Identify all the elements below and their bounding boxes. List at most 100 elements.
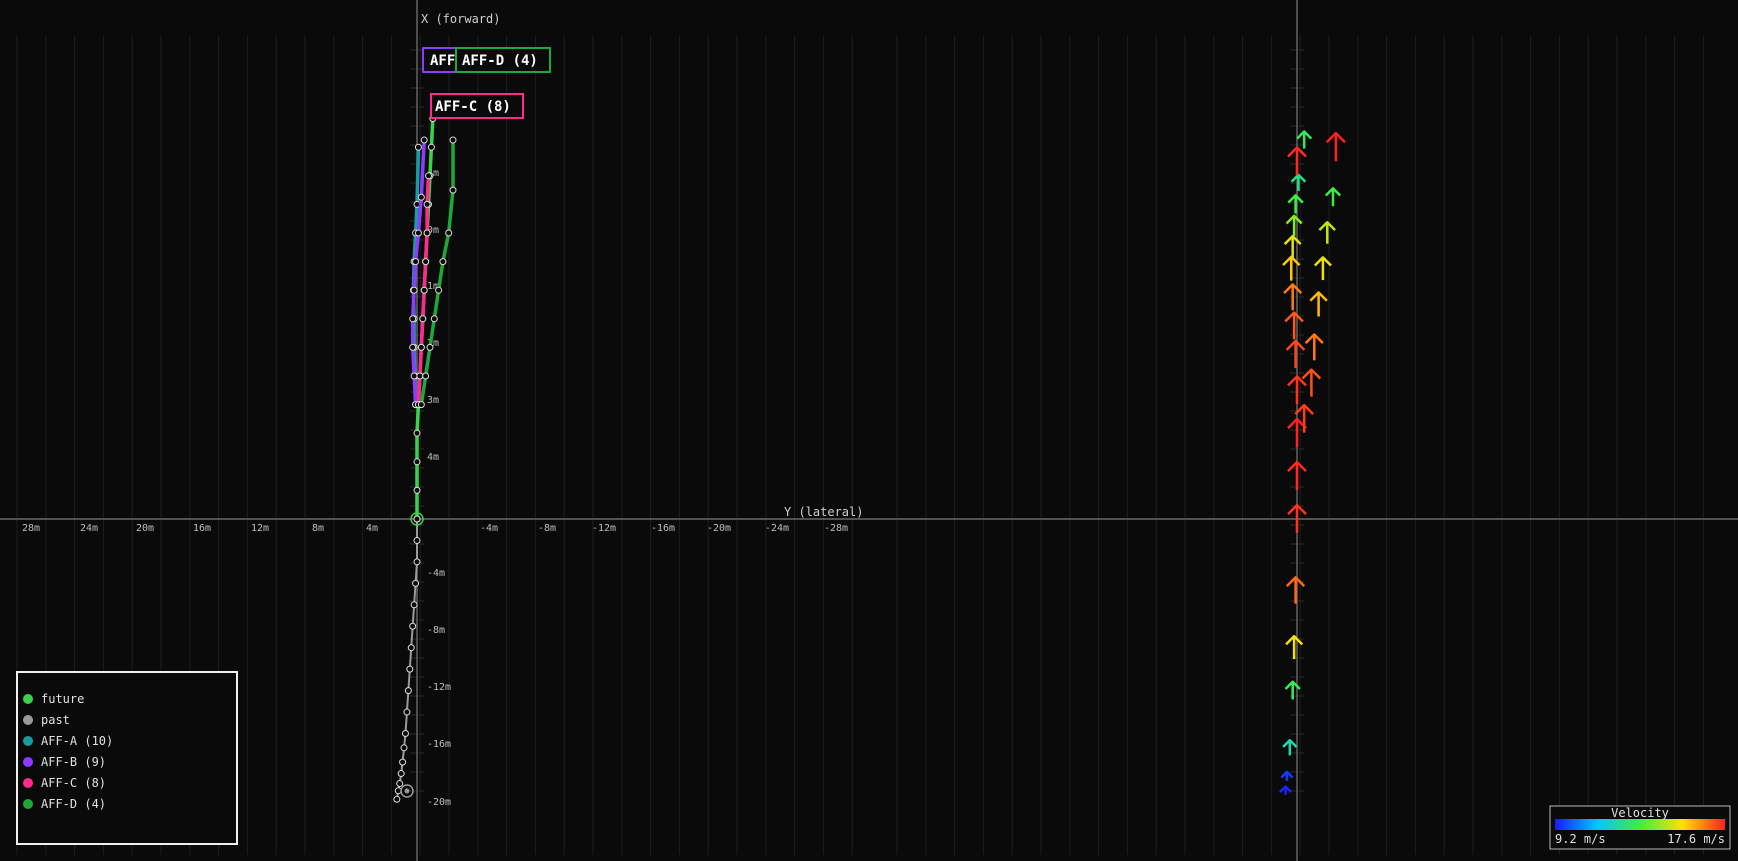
lateral-tick-label: 20m xyxy=(136,523,154,534)
series-point xyxy=(410,286,418,294)
series-point xyxy=(413,458,421,466)
velocity-arrow xyxy=(1309,291,1328,317)
right-grid xyxy=(896,35,1704,855)
series-past xyxy=(393,515,421,803)
series-point xyxy=(413,558,421,566)
forward-tick-label: 3m xyxy=(427,395,439,406)
series-point xyxy=(423,200,431,208)
series-point xyxy=(420,136,428,144)
velocity-panel: Velocity 9.2 m/s 17.6 m/s xyxy=(880,0,1738,861)
tag-aff-label: AFF xyxy=(430,53,455,69)
velocity-arrow xyxy=(1279,785,1292,795)
series-point xyxy=(422,372,430,380)
series-point xyxy=(409,622,417,630)
series-point xyxy=(414,143,422,151)
series-point xyxy=(412,258,420,266)
trajectory-panel: X (forward) Y (lateral) 28m 24m 20m 16m 12m 8… xyxy=(0,0,880,861)
lateral-tick-label: 28m xyxy=(22,523,40,534)
series-point xyxy=(413,536,421,544)
lateral-tick-labels: 28m 24m 20m 16m 12m 8m 4m -4m -8m -12m -16m -20m -24… xyxy=(22,523,848,534)
velocity-arrow xyxy=(1287,146,1307,176)
series-point xyxy=(435,286,443,294)
lateral-tick-label: 12m xyxy=(251,523,269,534)
series-point xyxy=(427,143,435,151)
series-point xyxy=(397,770,405,778)
series-point xyxy=(410,372,418,380)
velocity-arrow xyxy=(1280,770,1294,781)
legend-label: AFF-D (4) xyxy=(41,797,106,811)
trajectory-figure: X (forward) Y (lateral) 28m 24m 20m 16m 12m 8… xyxy=(0,0,1738,861)
tag-aff-c: AFF-C (8) xyxy=(430,93,524,119)
lateral-axis-label: Y (lateral) xyxy=(784,505,863,519)
forward-tick-label: -16m xyxy=(427,739,451,750)
series-point xyxy=(403,708,411,716)
lateral-tick-label: -24m xyxy=(765,523,789,534)
series-point xyxy=(413,429,421,437)
legend-swatch xyxy=(23,736,33,746)
legend-swatch xyxy=(23,694,33,704)
forward-tick-labels: 4m0m1m2m3m4m-4m-8m-12m-16m-20m xyxy=(427,168,451,808)
legend: future past AFF-A (10) AFF-B (9) AFF-C (8) AF… xyxy=(16,671,238,845)
tag-aff-d: AFF-D (4) xyxy=(455,47,551,73)
lateral-tick-label: 8m xyxy=(312,523,324,534)
lateral-tick-label: -28m xyxy=(824,523,848,534)
velocity-colorbar: Velocity 9.2 m/s 17.6 m/s xyxy=(1549,805,1731,850)
series-point xyxy=(417,193,425,201)
velocity-arrow xyxy=(1324,187,1342,207)
series-point xyxy=(413,515,421,523)
trajectory-series xyxy=(393,115,457,803)
series-point xyxy=(420,286,428,294)
velocity-arrow xyxy=(1283,234,1302,259)
legend-swatch xyxy=(23,799,33,809)
forward-tick-label: -8m xyxy=(427,625,445,636)
forward-tick-label: -4m xyxy=(427,568,445,579)
series-point xyxy=(400,744,408,752)
tag-aff-c-label: AFF-C (8) xyxy=(435,99,511,115)
colorbar-max-label: 17.6 m/s xyxy=(1667,832,1725,846)
series-point xyxy=(449,136,457,144)
forward-tick-label: 4m xyxy=(427,452,439,463)
series-point xyxy=(407,644,415,652)
series-point xyxy=(412,579,420,587)
lateral-tick-label: -4m xyxy=(480,523,498,534)
series-point xyxy=(404,687,412,695)
velocity-arrow xyxy=(1285,339,1306,369)
forward-axis-label: X (forward) xyxy=(421,12,500,26)
velocity-arrow xyxy=(1285,576,1306,604)
legend-label: AFF-A (10) xyxy=(41,734,113,748)
series-point xyxy=(409,315,417,323)
tag-aff-d-label: AFF-D (4) xyxy=(462,53,538,69)
legend-label: past xyxy=(41,713,70,727)
colorbar-gradient xyxy=(1555,819,1725,830)
lateral-tick-label: -16m xyxy=(651,523,675,534)
legend-swatch xyxy=(23,778,33,788)
lateral-tick-label: 16m xyxy=(193,523,211,534)
velocity-arrow xyxy=(1325,131,1346,162)
lateral-tick-label: -8m xyxy=(538,523,556,534)
series-point xyxy=(445,229,453,237)
series-point xyxy=(419,315,427,323)
velocity-arrows xyxy=(1279,130,1346,795)
lateral-tick-label: 24m xyxy=(80,523,98,534)
tag-aff: AFF xyxy=(422,47,457,73)
series-point xyxy=(409,343,417,351)
velocity-arrow xyxy=(1287,375,1307,405)
series-point xyxy=(406,665,414,673)
legend-label: future xyxy=(41,692,84,706)
series-point xyxy=(399,758,407,766)
series-point xyxy=(425,172,433,180)
velocity-arrow xyxy=(1296,130,1313,149)
series-point xyxy=(416,372,424,380)
series-point xyxy=(417,401,425,409)
lateral-tick-label: -12m xyxy=(592,523,616,534)
series-point xyxy=(410,601,418,609)
series-point xyxy=(430,315,438,323)
legend-label: AFF-C (8) xyxy=(41,776,106,790)
velocity-arrow xyxy=(1304,333,1324,361)
forward-tick-label: -20m xyxy=(427,797,451,808)
legend-swatch xyxy=(23,757,33,767)
velocity-arrow xyxy=(1285,214,1303,236)
lateral-tick-label: 4m xyxy=(366,523,378,534)
series-point xyxy=(423,229,431,237)
series-point xyxy=(449,186,457,194)
